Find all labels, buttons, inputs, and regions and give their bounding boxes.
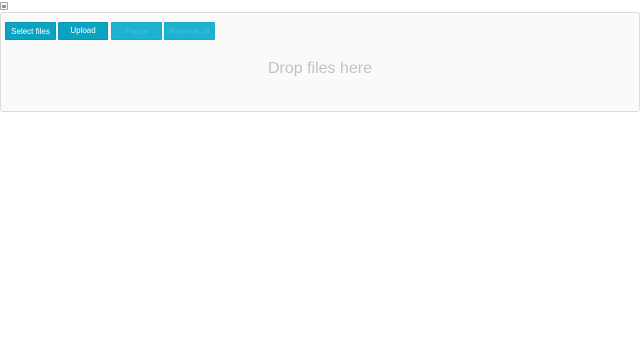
file-uploader-dropzone[interactable]: Select files Upload Pause Remove all Dro… — [0, 12, 640, 112]
select-files-button[interactable]: Select files — [5, 22, 56, 40]
drop-files-hint: Drop files here — [267, 60, 373, 77]
broken-image-icon — [0, 2, 8, 10]
upload-button[interactable]: Upload — [58, 22, 108, 40]
pause-button[interactable]: Pause — [111, 22, 162, 40]
remove-all-button[interactable]: Remove all — [164, 22, 215, 40]
